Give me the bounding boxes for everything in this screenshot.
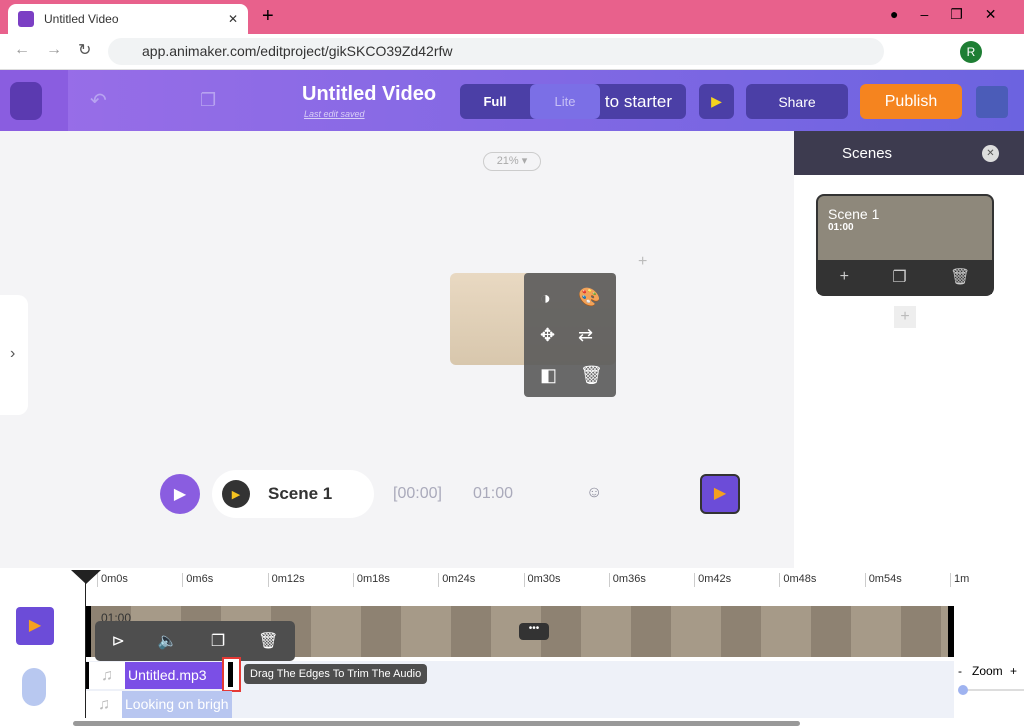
scenes-header: Scenes ✕ xyxy=(794,131,1024,175)
video-icon[interactable]: ▶ xyxy=(700,474,740,514)
zoom-dropdown[interactable]: 21% ▾ xyxy=(483,152,541,171)
forward-icon[interactable]: → xyxy=(46,41,62,59)
publish-button[interactable]: Publish xyxy=(860,84,962,119)
mode-lite-button[interactable]: Lite xyxy=(530,84,600,119)
scene-card-actions: + ❐ 🗑 xyxy=(818,260,992,294)
timeline-tick: 0m18s xyxy=(352,573,390,587)
scenes-title: Scenes xyxy=(842,145,893,162)
timeline-tick: 0m6s xyxy=(182,573,213,587)
contrast-icon[interactable]: ◑ xyxy=(540,288,551,309)
mode-full-button[interactable]: Full xyxy=(460,84,530,119)
delete-icon[interactable]: 🗑 xyxy=(950,267,970,287)
total-time: 01:00 xyxy=(473,485,514,502)
audio-track-2[interactable]: ♫ Looking on brigh xyxy=(86,691,232,718)
play-scene-button[interactable]: ▶ xyxy=(222,480,250,508)
new-tab-button[interactable]: + xyxy=(262,5,274,28)
undo-icon[interactable]: ↶ xyxy=(90,88,107,113)
add-icon[interactable]: + xyxy=(840,268,849,286)
profile-avatar[interactable]: R xyxy=(960,41,982,63)
zoom-label: Zoom xyxy=(972,664,1003,678)
zoom-slider[interactable] xyxy=(958,685,1024,695)
timeline-tick: 0m24s xyxy=(438,573,475,587)
mic-icon[interactable] xyxy=(22,668,46,706)
horizontal-scrollbar[interactable] xyxy=(73,721,800,726)
add-icon[interactable]: + xyxy=(638,253,647,271)
url-field[interactable]: app.animaker.com/editproject/gikSKCO39Zd… xyxy=(108,38,884,65)
play-all-button[interactable]: ▶ xyxy=(160,474,200,514)
favicon-icon xyxy=(18,11,34,27)
timeline-tick: 1m xyxy=(950,573,969,587)
close-tab-icon[interactable]: ✕ xyxy=(228,12,238,26)
scene-player: ▶ Scene 1 xyxy=(212,470,374,518)
editor-header: ↶ ❐ Untitled Video Last edit saved e to … xyxy=(0,70,1024,131)
logo-menu[interactable] xyxy=(0,70,68,131)
video-track-icon: ▶ xyxy=(16,607,54,645)
more-options-button[interactable]: ••• xyxy=(519,623,549,640)
scene-label: Scene 1 xyxy=(268,484,333,503)
last-edit-saved[interactable]: Last edit saved xyxy=(304,109,365,119)
delete-icon[interactable]: 🗑 xyxy=(258,631,278,651)
audio-track-name: Looking on brigh xyxy=(122,691,232,718)
scene-card-name: Scene 1 xyxy=(828,206,880,222)
timeline-tick: 0m54s xyxy=(864,573,902,587)
add-scene-button[interactable]: + xyxy=(894,306,916,328)
back-icon[interactable]: ← xyxy=(14,41,30,59)
music-icon: ♫ xyxy=(86,691,122,718)
timeline-tick: 0m48s xyxy=(779,573,816,587)
zoom-slider-thumb[interactable] xyxy=(958,685,968,695)
zoom-out-button[interactable]: - xyxy=(958,664,962,678)
scene-card-duration: 01:00 xyxy=(828,222,854,233)
reload-icon[interactable]: ↻ xyxy=(78,40,91,60)
copy-icon[interactable]: ❐ xyxy=(200,90,216,111)
flip-icon[interactable]: ◧ xyxy=(540,365,557,386)
palette-icon[interactable]: 🎨 xyxy=(578,287,600,308)
user-avatar[interactable] xyxy=(976,86,1008,118)
timeline-tick: 0m36s xyxy=(608,573,646,587)
current-time: [00:00] xyxy=(393,485,442,502)
volume-icon[interactable]: 🔈 xyxy=(158,631,178,651)
swap-icon[interactable]: ⇄ xyxy=(578,325,593,346)
timeline-tick: 0m42s xyxy=(694,573,731,587)
music-icon: ♫ xyxy=(89,662,125,689)
zoom-in-button[interactable]: + xyxy=(1010,664,1017,678)
zoom-value: 21% xyxy=(496,155,519,167)
element-toolbar: ◑ 🎨 ✥ ⇄ ◧ 🗑 xyxy=(524,273,616,397)
timeline-tick: 0m12s xyxy=(267,573,305,587)
play-icon[interactable]: ⊳ xyxy=(112,631,125,651)
duplicate-icon[interactable]: ❐ xyxy=(211,631,225,651)
browser-tab[interactable]: Untitled Video ✕ xyxy=(8,4,248,34)
tab-title: Untitled Video xyxy=(44,12,119,26)
scenes-panel: Scenes ✕ Scene 1 01:00 + ❐ 🗑 + xyxy=(794,131,1024,571)
audio-track-1[interactable]: ♫ Untitled.mp3 xyxy=(86,662,232,689)
timeline-tick: 0m30s xyxy=(523,573,561,587)
playhead-handle[interactable] xyxy=(71,570,101,584)
preview-play-button[interactable]: ▶ xyxy=(699,84,734,119)
delete-icon[interactable]: 🗑 xyxy=(580,365,603,386)
share-button[interactable]: Share xyxy=(746,84,848,119)
duplicate-icon[interactable]: ❐ xyxy=(892,267,906,287)
close-panel-icon[interactable]: ✕ xyxy=(982,145,999,162)
left-panel-toggle[interactable]: › xyxy=(0,295,28,415)
trim-tooltip: Drag The Edges To Trim The Audio xyxy=(244,664,428,684)
project-title[interactable]: Untitled Video xyxy=(302,83,436,106)
track-toolbar: ⊳ 🔈 ❐ 🗑 xyxy=(95,621,295,661)
move-icon[interactable]: ✥ xyxy=(540,325,555,346)
audio-track-name: Untitled.mp3 xyxy=(125,662,232,689)
character-icon[interactable]: ☺ xyxy=(586,484,602,502)
trim-handle[interactable] xyxy=(222,657,241,692)
timeline-tick: 0m0s xyxy=(97,573,128,587)
window-controls[interactable]: ●–❐✕ xyxy=(890,6,1019,23)
scene-card[interactable]: Scene 1 01:00 + ❐ 🗑 xyxy=(816,194,994,296)
